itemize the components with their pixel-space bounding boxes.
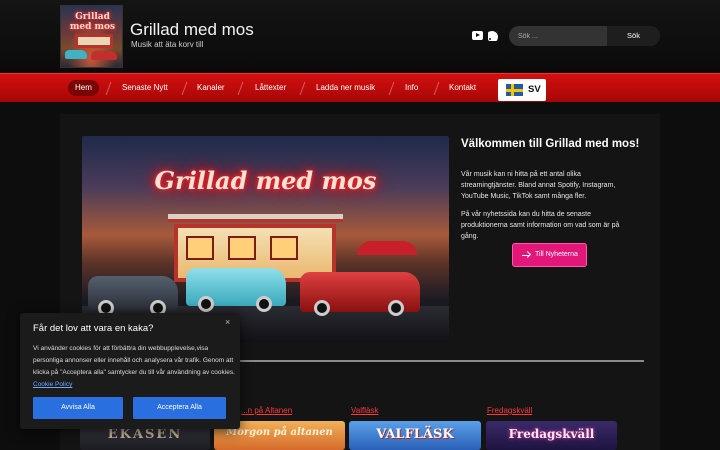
- nav-item-hem[interactable]: Hem: [68, 80, 99, 96]
- cookie-dialog-title: Får det lov att vara en kaka?: [33, 323, 154, 334]
- site-tagline: Musik att äta korv till: [131, 40, 204, 49]
- language-label: SV: [528, 84, 541, 95]
- hero-stand-roof: [168, 214, 343, 222]
- hero-neon-sign: Grillad med mos: [154, 166, 377, 195]
- accept-all-button[interactable]: Acceptera Alla: [133, 397, 226, 419]
- language-switcher[interactable]: SV: [498, 79, 546, 101]
- logo-sign-text: Grillad med mos: [69, 12, 116, 32]
- deny-all-button[interactable]: Avvisa Alla: [33, 397, 123, 419]
- search-input[interactable]: [509, 26, 607, 46]
- card-thumbnail[interactable]: VALFLÄSK: [349, 421, 481, 450]
- welcome-paragraph: På vår nyhetssida kan du hitta de senast…: [461, 211, 620, 240]
- car-wheel: [314, 300, 330, 316]
- cookie-policy-link[interactable]: Cookie Policy: [33, 381, 72, 388]
- hero-umbrella: [357, 241, 417, 255]
- close-icon[interactable]: ×: [225, 317, 230, 327]
- nav-separator: [237, 82, 244, 95]
- search-button[interactable]: Sök: [607, 26, 660, 46]
- card-title[interactable]: Valfläsk: [351, 406, 378, 415]
- welcome-paragraph: Vår musik kan ni hitta på ett antal olik…: [461, 171, 616, 200]
- thumbnail-text: Fredagskväll: [508, 427, 595, 441]
- logo-car-graphic: [65, 50, 87, 59]
- nav-item-senaste-nytt[interactable]: Senaste Nytt: [115, 80, 175, 96]
- youtube-icon[interactable]: [472, 31, 483, 40]
- thumbnail-text: EKÅSEN: [107, 427, 183, 442]
- logo-stand-graphic: [75, 34, 113, 48]
- site-header: Grillad med mos Grillad med mos Musik at…: [0, 0, 720, 73]
- main-navigation: Hem Senaste Nytt Kanaler Låttexter Ladda…: [0, 73, 720, 102]
- hero-stand-window: [228, 236, 256, 260]
- arrow-right-icon: [522, 251, 530, 259]
- nav-item-kontakt[interactable]: Kontakt: [442, 80, 483, 96]
- search-form: Sök: [509, 26, 660, 46]
- nav-item-lattexter[interactable]: Låttexter: [248, 80, 293, 96]
- nav-separator: [181, 82, 188, 95]
- hero-image: Grillad med mos: [82, 136, 449, 342]
- nav-item-info[interactable]: Info: [398, 80, 425, 96]
- nav-item-ladda-ner-musik[interactable]: Ladda ner musik: [309, 80, 382, 96]
- news-button[interactable]: Till Nyheterna: [512, 243, 587, 267]
- nav-separator: [299, 82, 306, 95]
- car-wheel: [388, 300, 404, 316]
- car-wheel: [198, 296, 214, 312]
- news-button-label: Till Nyheterna: [535, 251, 578, 258]
- thumbnail-text: VALFLÄSK: [376, 427, 454, 442]
- card-title[interactable]: Fredagskväll: [487, 406, 532, 415]
- nav-separator: [388, 82, 395, 95]
- nav-item-kanaler[interactable]: Kanaler: [190, 80, 232, 96]
- cookie-consent-dialog: Får det lov att vara en kaka? × Vi använ…: [20, 313, 240, 429]
- hero-stand-window: [270, 236, 298, 260]
- rss-icon[interactable]: [488, 31, 498, 41]
- logo-car-graphic: [91, 51, 117, 60]
- cookie-dialog-text: Vi använder cookies för att förbättra di…: [33, 345, 235, 376]
- welcome-heading: Välkommen till Grillad med mos!: [461, 138, 640, 150]
- card-thumbnail[interactable]: Fredagskväll: [486, 421, 617, 450]
- hero-stand-window: [186, 236, 214, 260]
- hero-car-blue: [186, 268, 286, 312]
- sweden-flag-icon: [506, 84, 523, 96]
- nav-separator: [433, 82, 440, 95]
- card-title[interactable]: ...n på Altanen: [241, 406, 292, 415]
- hero-car-dark: [88, 276, 178, 316]
- cookie-dialog-body: Vi använder cookies för att förbättra di…: [33, 343, 238, 391]
- site-logo[interactable]: Grillad med mos: [60, 5, 123, 68]
- nav-separator: [105, 82, 112, 95]
- car-wheel: [256, 296, 272, 312]
- site-title[interactable]: Grillad med mos: [130, 20, 254, 40]
- hero-car-red: [300, 272, 420, 316]
